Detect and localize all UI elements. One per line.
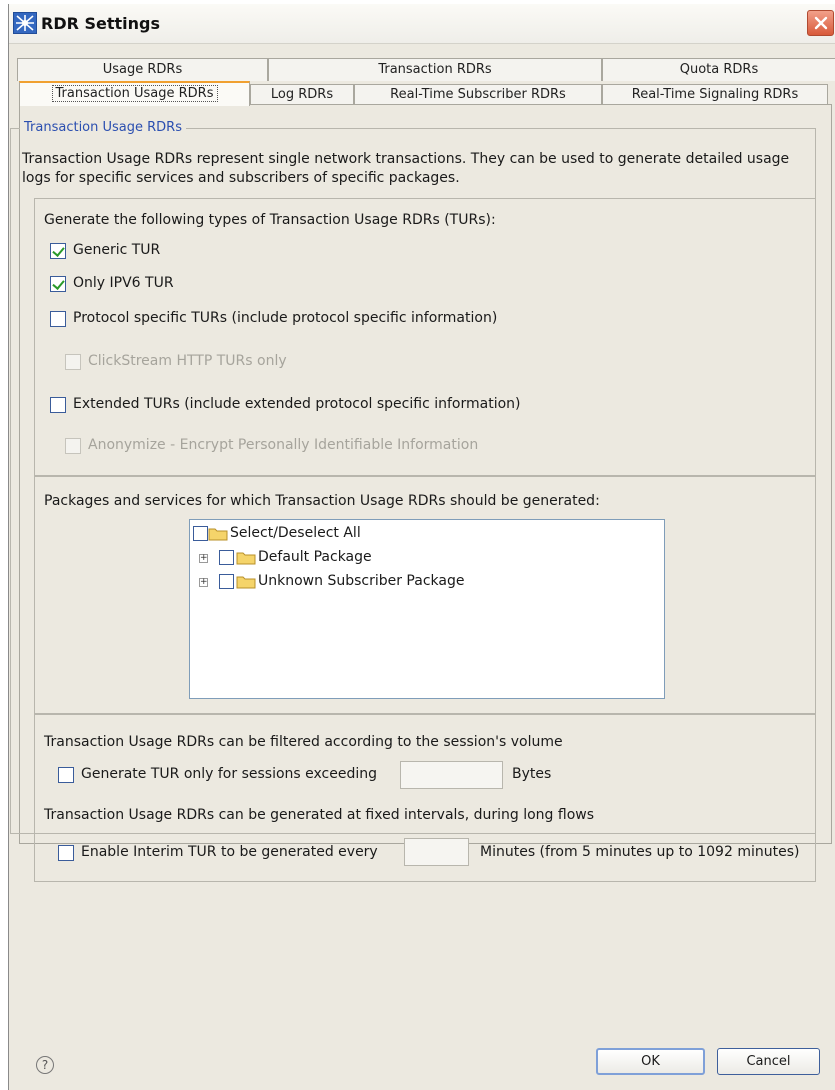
tree-row-unknown-subscriber-package[interactable]: + Unknown Subscriber Package <box>190 572 660 592</box>
group-legend: Transaction Usage RDRs <box>20 120 186 135</box>
tab-label: Quota RDRs <box>679 62 759 77</box>
ok-button[interactable]: OK <box>596 1048 705 1075</box>
folder-icon <box>208 528 228 541</box>
close-button[interactable] <box>807 10 834 36</box>
interim-tur-checkbox[interactable] <box>58 845 74 861</box>
anonymize-label: Anonymize - Encrypt Personally Identifia… <box>88 437 479 453</box>
tab-label: Real-Time Signaling RDRs <box>631 87 799 102</box>
volume-filter-heading: Transaction Usage RDRs can be filtered a… <box>44 734 563 750</box>
only-ipv6-tur-label: Only IPV6 TUR <box>73 275 174 291</box>
tab-label: Real-Time Subscriber RDRs <box>390 87 566 102</box>
cancel-button[interactable]: Cancel <box>717 1048 820 1075</box>
app-network-icon <box>13 12 37 34</box>
tur-types-heading: Generate the following types of Transact… <box>44 212 496 228</box>
generic-tur-label: Generic TUR <box>73 242 161 258</box>
tab-realtime-subscriber-rdrs[interactable]: Real-Time Subscriber RDRs <box>354 84 602 105</box>
unknown-subscriber-package-checkbox[interactable] <box>219 574 234 589</box>
tree-label: Unknown Subscriber Package <box>258 573 465 589</box>
interim-minutes-input[interactable] <box>404 838 469 866</box>
interim-tur-label: Enable Interim TUR to be generated every <box>81 844 378 860</box>
select-all-checkbox[interactable] <box>193 526 208 541</box>
interval-heading: Transaction Usage RDRs can be generated … <box>44 807 595 823</box>
tab-realtime-signaling-rdrs[interactable]: Real-Time Signaling RDRs <box>602 84 828 105</box>
packages-heading: Packages and services for which Transact… <box>44 493 600 509</box>
tab-transaction-usage-rdrs[interactable]: Transaction Usage RDRs <box>19 81 250 106</box>
tur-types-section <box>34 198 816 476</box>
volume-filter-checkbox[interactable] <box>58 767 74 783</box>
tab-label: Log RDRs <box>270 87 334 102</box>
protocol-specific-turs-label: Protocol specific TURs (include protocol… <box>73 310 498 326</box>
only-ipv6-tur-checkbox[interactable] <box>50 276 66 292</box>
anonymize-checkbox[interactable] <box>65 438 81 454</box>
volume-filter-label: Generate TUR only for sessions exceeding <box>81 766 378 782</box>
packages-tree[interactable]: Select/Deselect All + Default Package + … <box>189 519 665 699</box>
tab-quota-rdrs[interactable]: Quota RDRs <box>602 58 835 81</box>
tree-label: Select/Deselect All <box>230 525 361 541</box>
tab-label: Transaction Usage RDRs <box>51 85 218 102</box>
folder-icon <box>236 552 256 565</box>
tab-label: Usage RDRs <box>102 62 183 77</box>
folder-icon <box>236 576 256 589</box>
help-icon[interactable]: ? <box>36 1056 54 1074</box>
tree-label: Default Package <box>258 549 372 565</box>
tree-row-select-all[interactable]: Select/Deselect All <box>190 524 660 544</box>
clickstream-http-checkbox[interactable] <box>65 354 81 370</box>
tab-log-rdrs[interactable]: Log RDRs <box>250 84 354 105</box>
default-package-checkbox[interactable] <box>219 550 234 565</box>
window-title: RDR Settings <box>41 14 161 33</box>
generic-tur-checkbox[interactable] <box>50 243 66 259</box>
expand-icon[interactable]: + <box>199 578 208 587</box>
tab-usage-rdrs[interactable]: Usage RDRs <box>17 58 268 81</box>
protocol-specific-turs-checkbox[interactable] <box>50 311 66 327</box>
group-description: Transaction Usage RDRs represent single … <box>22 151 790 186</box>
close-icon <box>814 16 827 30</box>
tab-transaction-rdrs[interactable]: Transaction RDRs <box>268 58 602 81</box>
clickstream-http-label: ClickStream HTTP TURs only <box>88 353 287 369</box>
expand-icon[interactable]: + <box>199 554 208 563</box>
tree-row-default-package[interactable]: + Default Package <box>190 548 660 568</box>
title-bar[interactable]: RDR Settings <box>9 4 835 44</box>
tab-label: Transaction RDRs <box>378 62 492 77</box>
minutes-unit-label: Minutes (from 5 minutes up to 1092 minut… <box>480 844 800 860</box>
bytes-unit-label: Bytes <box>512 766 552 782</box>
extended-turs-checkbox[interactable] <box>50 397 66 413</box>
extended-turs-label: Extended TURs (include extended protocol… <box>73 396 521 412</box>
volume-bytes-input[interactable] <box>400 761 503 789</box>
